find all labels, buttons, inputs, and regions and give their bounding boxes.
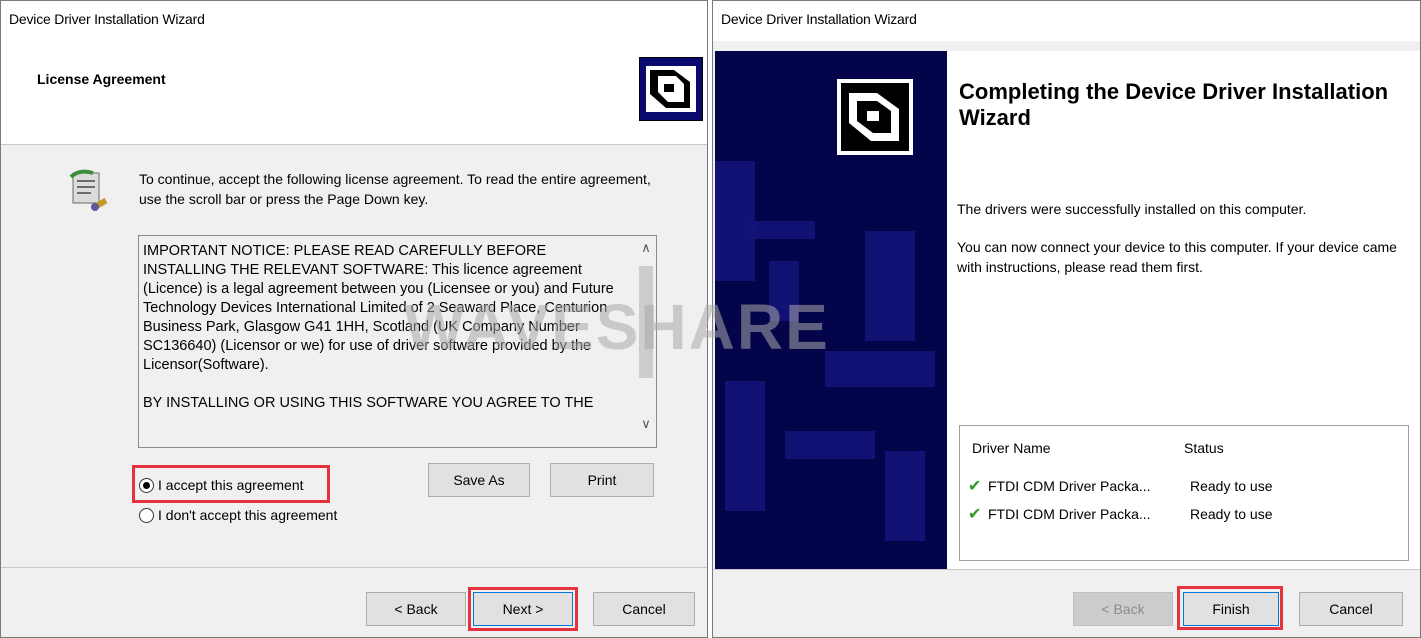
intro-text: To continue, accept the following licens… [139,171,651,207]
license-wizard-window: Device Driver Installation Wizard Licens… [0,0,708,638]
print-button[interactable]: Print [550,463,654,497]
scroll-thumb[interactable] [639,266,653,378]
wizard-side-panel [715,51,947,569]
driver-status: Ready to use [1190,478,1273,494]
save-as-button[interactable]: Save As [428,463,530,497]
decline-radio[interactable] [139,507,154,523]
license-text: IMPORTANT NOTICE: PLEASE READ CAREFULLY … [143,242,631,432]
wizard-logo-icon [837,79,913,155]
completion-content: Completing the Device Driver Installatio… [947,51,1420,569]
driver-name: FTDI CDM Driver Packa... [988,478,1151,494]
completion-heading: Completing the Device Driver Installatio… [959,79,1389,130]
decor-shape [825,351,935,387]
table-row: ✔ FTDI CDM Driver Packa... Ready to use [960,474,1408,498]
license-paragraph: IMPORTANT NOTICE: PLEASE READ CAREFULLY … [143,243,614,373]
column-header-name: Driver Name [972,440,1051,456]
page-title: License Agreement [37,71,166,87]
check-icon: ✔ [968,506,982,523]
decor-shape [885,451,925,541]
decor-shape [785,431,875,459]
table-row: ✔ FTDI CDM Driver Packa... Ready to use [960,502,1408,526]
accept-label: I accept this agreement [158,477,304,493]
license-icon [67,167,111,215]
driver-name: FTDI CDM Driver Packa... [988,506,1151,522]
decor-shape [769,261,799,321]
license-paragraph: BY INSTALLING OR USING THIS SOFTWARE YOU… [143,395,594,411]
next-button[interactable]: Next > [473,592,573,626]
decor-shape [725,381,765,511]
decline-label: I don't accept this agreement [158,507,338,523]
check-icon: ✔ [968,478,982,495]
driver-list: Driver Name Status ✔ FTDI CDM Driver Pac… [959,425,1409,561]
column-header-status: Status [1184,440,1224,456]
completion-wizard-window: Device Driver Installation Wizard Comple… [712,0,1421,638]
footer-divider [1,567,707,568]
window-title: Device Driver Installation Wizard [713,1,1420,41]
back-button[interactable]: < Back [1073,592,1173,626]
highlight-finish [1177,586,1283,630]
accept-radio[interactable] [139,477,154,493]
back-button[interactable]: < Back [366,592,466,626]
cancel-button[interactable]: Cancel [593,592,695,626]
cancel-button[interactable]: Cancel [1299,592,1403,626]
wizard-logo-icon [639,57,703,121]
decor-shape [745,221,815,239]
success-message: The drivers were successfully installed … [957,201,1307,217]
window-title: Device Driver Installation Wizard [1,1,707,41]
wizard-header: License Agreement [1,41,707,145]
chevron-up-icon[interactable]: ∧ [636,240,656,260]
decline-radio-option[interactable]: I don't accept this agreement [139,507,337,523]
decor-shape [865,231,915,341]
accept-radio-option[interactable]: I accept this agreement [139,477,304,493]
license-scrollbar[interactable]: ∧ ∨ [636,236,656,447]
license-textbox[interactable]: IMPORTANT NOTICE: PLEASE READ CAREFULLY … [138,235,657,448]
chevron-down-icon[interactable]: ∨ [636,416,656,436]
instructions-message: You can now connect your device to this … [957,239,1397,275]
footer-divider [713,569,1420,570]
driver-status: Ready to use [1190,506,1273,522]
